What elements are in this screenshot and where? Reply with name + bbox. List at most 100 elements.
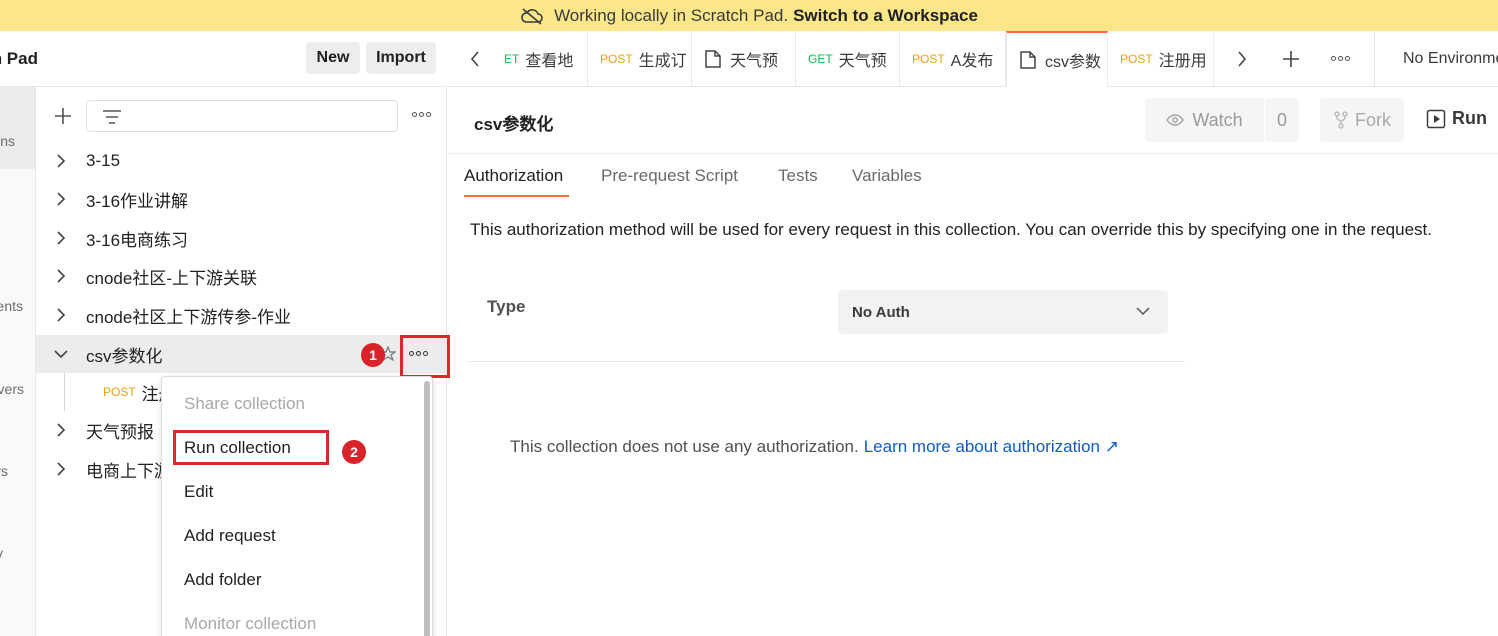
chevron-down-icon [1136, 307, 1150, 316]
collection-context-menu: Share collection Run collection Edit Add… [161, 376, 433, 636]
tab-label: csv参数 [1045, 54, 1102, 71]
tree-item-label: csv参数化 [86, 346, 163, 366]
play-icon [1426, 109, 1446, 128]
add-collection-icon[interactable] [52, 105, 74, 127]
tab-label: A发布 [950, 53, 994, 70]
tab-label: 查看地 [525, 53, 574, 70]
tabs-more-icon[interactable] [1331, 56, 1350, 61]
rail-label-environments[interactable]: ents [0, 298, 23, 314]
tab-variables[interactable]: Variables [852, 166, 922, 186]
tree-item-collection-active[interactable]: csv参数化 [36, 335, 447, 373]
tree-item-collection[interactable]: cnode社区-上下游关联 [36, 257, 447, 295]
tab-authorization[interactable]: Authorization [464, 166, 563, 186]
rail-label-monitors[interactable]: rs [0, 463, 8, 479]
request-method: POST [103, 385, 136, 399]
chevron-left-icon[interactable] [470, 51, 480, 67]
menu-item-add-request[interactable]: Add request [184, 526, 276, 546]
chevron-right-icon [57, 423, 66, 437]
content-divider [468, 361, 1185, 362]
eye-icon [1166, 114, 1185, 126]
request-item[interactable]: POST 注册 [64, 373, 164, 411]
tab-method: ET [504, 52, 520, 66]
tab-label: 天气预 [838, 53, 887, 70]
chevron-right-icon [57, 231, 66, 245]
menu-scrollbar[interactable] [424, 381, 430, 636]
watch-count: 0 [1276, 109, 1287, 130]
left-rail: ns ents vers rs y [0, 31, 36, 636]
chevron-right-icon [57, 154, 66, 168]
tab-label: 天气预 [730, 53, 779, 70]
tab-collection[interactable]: 天气预 [692, 31, 796, 87]
fork-icon [1334, 111, 1348, 129]
menu-item-monitor-collection: Monitor collection [184, 614, 317, 633]
tree-item-label: 3-16作业讲解 [86, 191, 189, 211]
chevron-right-icon [57, 192, 66, 206]
tab-pre-request-script[interactable]: Pre-request Script [601, 166, 738, 186]
active-tab-indicator [464, 195, 569, 197]
watch-button[interactable]: Watch 0 [1145, 98, 1299, 142]
run-button[interactable]: Run [1426, 108, 1487, 129]
chevron-right-icon [57, 269, 66, 283]
auth-type-select[interactable]: No Auth [838, 290, 1168, 334]
collection-icon [1020, 51, 1036, 69]
watch-label: Watch [1192, 109, 1243, 130]
import-button[interactable]: Import [366, 42, 436, 74]
menu-item-edit[interactable]: Edit [184, 482, 213, 502]
tree-item-collection[interactable]: 3-15 [36, 142, 447, 180]
tab-label: 生成订 [638, 53, 687, 70]
menu-item-share-collection: Share collection [184, 394, 305, 413]
tab-request[interactable]: ET 查看地 [492, 31, 588, 87]
workspace-name: n Pad [0, 49, 38, 68]
rail-selected-item[interactable] [0, 87, 35, 169]
new-tab-plus-icon[interactable] [1281, 49, 1301, 69]
annotation-badge-2: 2 [342, 440, 366, 464]
header-divider [448, 153, 1498, 154]
tree-item-label: cnode社区上下游传参-作业 [86, 307, 291, 327]
tab-request[interactable]: POST 生成订 [588, 31, 692, 87]
tab-collection-active[interactable]: csv参数 [1006, 31, 1108, 87]
tab-method: POST [600, 52, 633, 66]
rail-label-servers[interactable]: vers [0, 381, 24, 397]
cloud-off-icon [521, 7, 543, 25]
filter-input[interactable] [86, 100, 398, 132]
collection-icon [705, 50, 721, 68]
no-auth-text: This collection does not use any authori… [510, 437, 859, 456]
type-label: Type [487, 297, 526, 316]
chevron-right-icon [57, 462, 66, 476]
tree-item-label: 3-15 [86, 151, 121, 170]
tab-tests[interactable]: Tests [778, 166, 818, 186]
tree-item-label: 天气预报 [86, 422, 154, 442]
chevron-right-icon[interactable] [1237, 51, 1247, 67]
tree-item-label: 3-16电商练习 [86, 230, 189, 250]
fork-button[interactable]: Fork [1320, 98, 1404, 142]
annotation-box-more [400, 335, 450, 378]
menu-item-add-folder[interactable]: Add folder [184, 570, 262, 590]
tab-method: GET [808, 52, 833, 66]
tree-item-collection[interactable]: cnode社区上下游传参-作业 [36, 296, 447, 334]
auth-description: This authorization method will be used f… [470, 220, 1432, 239]
tab-label: 注册用 [1158, 53, 1207, 70]
chevron-down-icon [54, 350, 68, 359]
request-tabs-bar: ET 查看地 POST 生成订 天气预 GET 天气预 POST A发布 csv… [448, 31, 1498, 87]
tab-request[interactable]: POST 注册用 [1108, 31, 1214, 87]
sidebar-more-icon[interactable] [412, 112, 431, 117]
annotation-box-run [173, 430, 329, 465]
no-auth-message: This collection does not use any authori… [510, 437, 1119, 457]
tab-method: POST [912, 52, 945, 66]
tab-request[interactable]: POST A发布 [900, 31, 1006, 87]
rail-label-collections[interactable]: ns [0, 133, 15, 149]
learn-more-link[interactable]: Learn more about authorization ↗ [864, 437, 1119, 456]
environment-selector[interactable]: No Environment [1374, 31, 1498, 87]
tree-item-collection[interactable]: 3-16电商练习 [36, 219, 447, 257]
rail-label-history[interactable]: y [0, 545, 3, 561]
tab-method: POST [1120, 52, 1153, 66]
banner-text: Working locally in Scratch Pad. [554, 5, 789, 25]
collection-title[interactable]: csv参数化 [474, 110, 553, 135]
tree-item-label: cnode社区-上下游关联 [86, 268, 257, 288]
filter-icon[interactable] [101, 109, 123, 125]
new-button[interactable]: New [306, 42, 360, 74]
tree-item-collection[interactable]: 3-16作业讲解 [36, 180, 447, 218]
chevron-right-icon [57, 308, 66, 322]
switch-workspace-link[interactable]: Switch to a Workspace [793, 6, 978, 26]
tab-request[interactable]: GET 天气预 [796, 31, 900, 87]
